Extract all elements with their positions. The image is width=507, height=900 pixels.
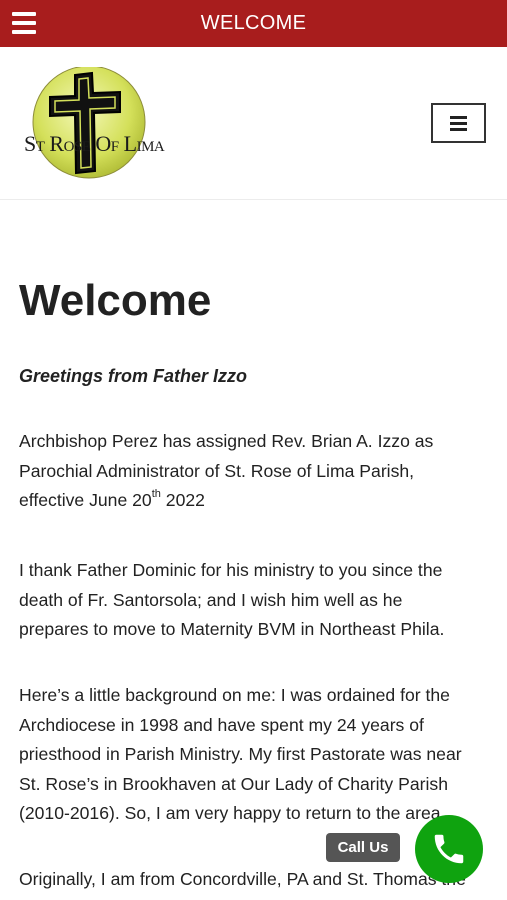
text-line: St. Rose’s in Brookhaven at Our Lady of … — [19, 773, 448, 794]
text-line: Archbishop Perez has assigned Rev. Brian… — [19, 431, 434, 451]
phone-icon — [434, 834, 464, 864]
top-bar: WELCOME — [0, 0, 507, 47]
text-line: priesthood in Parish Ministry. My first … — [19, 744, 462, 764]
text-line: effective June 20th 2022 — [19, 488, 205, 510]
paragraph-2: I thank Father Dominic for his ministry … — [19, 556, 494, 645]
text-line: Here’s a little background on me: I was … — [19, 685, 450, 705]
greeting-line: Greetings from Father Izzo — [19, 366, 248, 386]
hamburger-icon — [450, 115, 467, 119]
menu-toggle-button[interactable] — [431, 103, 486, 143]
page-title: WELCOME — [200, 12, 307, 34]
text-line: (2010-2016). So, I am very happy to retu… — [19, 803, 446, 823]
text-line: Archdiocese in 1998 and have spent my 24… — [19, 714, 424, 735]
text-line: prepares to move to Maternity BVM in Nor… — [19, 619, 445, 639]
text-line: Parochial Administrator of St. Rose of L… — [19, 460, 415, 481]
heading-welcome: Welcome — [19, 276, 212, 325]
paragraph-1: Archbishop Perez has assigned Rev. Brian… — [19, 427, 494, 516]
logo-emblem — [32, 65, 146, 179]
call-us-label[interactable]: Call Us — [326, 833, 400, 862]
site-header: St Rose Of Lima — [0, 47, 507, 200]
parish-logo[interactable]: St Rose Of Lima — [20, 65, 165, 179]
call-button[interactable] — [415, 815, 483, 883]
text-line: I thank Father Dominic for his ministry … — [19, 560, 443, 580]
paragraph-3: Here’s a little background on me: I was … — [19, 681, 494, 829]
hamburger-icon[interactable] — [12, 12, 36, 34]
text-line: death of Fr. Santorsola; and I wish him … — [19, 589, 403, 610]
logo-text: St Rose Of Lima — [24, 131, 165, 156]
